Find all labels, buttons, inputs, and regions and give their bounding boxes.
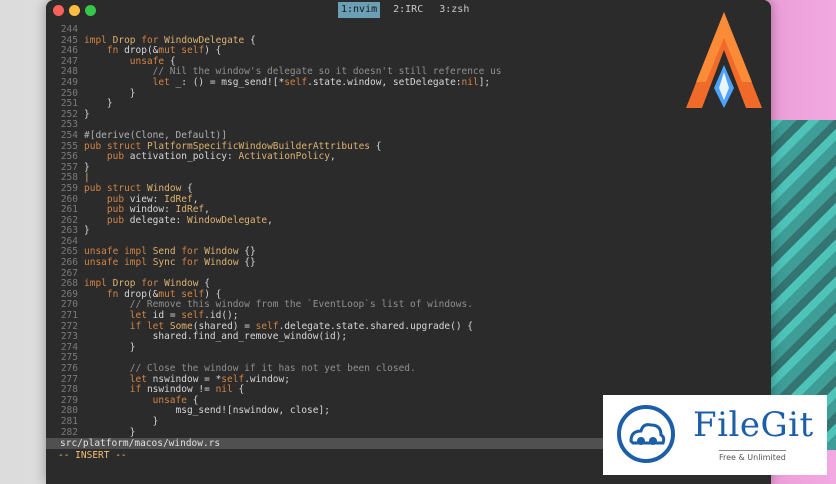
close-window-button[interactable] (53, 5, 64, 16)
line-number: 254 (60, 129, 78, 141)
title-bar: 1:nvim 2:IRC 3:zsh (46, 0, 771, 20)
code-text: } (84, 415, 159, 427)
code-text: pub delegate: WindowDelegate, (106, 214, 273, 226)
code-text: unsafe impl Sync for Window {} (84, 257, 256, 269)
line-number: 281 (60, 415, 78, 427)
code-line[interactable]: 266 unsafe impl Sync for Window {} (46, 257, 771, 269)
filegit-brand: FileGit (693, 405, 814, 445)
line-number: 249 (60, 76, 78, 88)
alacritty-logo-icon (686, 12, 762, 108)
minimize-window-button[interactable] (69, 5, 80, 16)
code-text: let _: () = msg_send![*self.state.window… (152, 76, 491, 88)
tab-nvim[interactable]: 1:nvim (338, 2, 381, 18)
code-line[interactable]: 251 } (46, 99, 771, 110)
code-line[interactable]: 256 pub activation_policy: ActivationPol… (46, 151, 771, 163)
code-text: } (84, 225, 90, 237)
code-line[interactable]: 273 shared.find_and_remove_window(id); (46, 332, 771, 343)
filegit-logo-icon (617, 405, 675, 463)
code-line[interactable]: 263} (46, 226, 771, 237)
code-line[interactable]: 276 // Close the window if it has not ye… (46, 363, 771, 375)
tab-zsh[interactable]: 3:zsh (436, 2, 472, 18)
code-line[interactable]: 252} (46, 108, 771, 121)
code-text: } (84, 341, 136, 353)
code-text: pub activation_policy: ActivationPolicy, (106, 151, 336, 163)
code-line[interactable]: 250 } (46, 88, 771, 100)
line-number: 276 (60, 363, 78, 374)
code-line[interactable]: 262 pub delegate: WindowDelegate, (46, 214, 771, 227)
line-number: 244 (60, 24, 78, 35)
filegit-tagline: Free & Unlimited (719, 450, 786, 462)
code-line[interactable]: 257} (46, 162, 771, 174)
tab-irc[interactable]: 2:IRC (390, 2, 426, 18)
code-line[interactable]: 274 } (46, 341, 771, 354)
line-number: 259 (60, 182, 78, 194)
mode-indicator: -- INSERT -- (58, 450, 127, 461)
code-text: } (84, 426, 136, 438)
zoom-window-button[interactable] (85, 5, 96, 16)
tmux-tab-bar: 1:nvim 2:IRC 3:zsh (338, 2, 472, 18)
code-line[interactable]: 249 let _: () = msg_send![*self.state.wi… (46, 76, 771, 89)
line-number: 282 (60, 426, 78, 438)
code-editor[interactable]: 244 245 impl Drop for WindowDelegate {246 … (46, 24, 771, 438)
filegit-watermark: FileGit Free & Unlimited (603, 395, 827, 475)
code-text: } (84, 108, 90, 120)
code-line[interactable]: 259 pub struct Window { (46, 182, 771, 195)
